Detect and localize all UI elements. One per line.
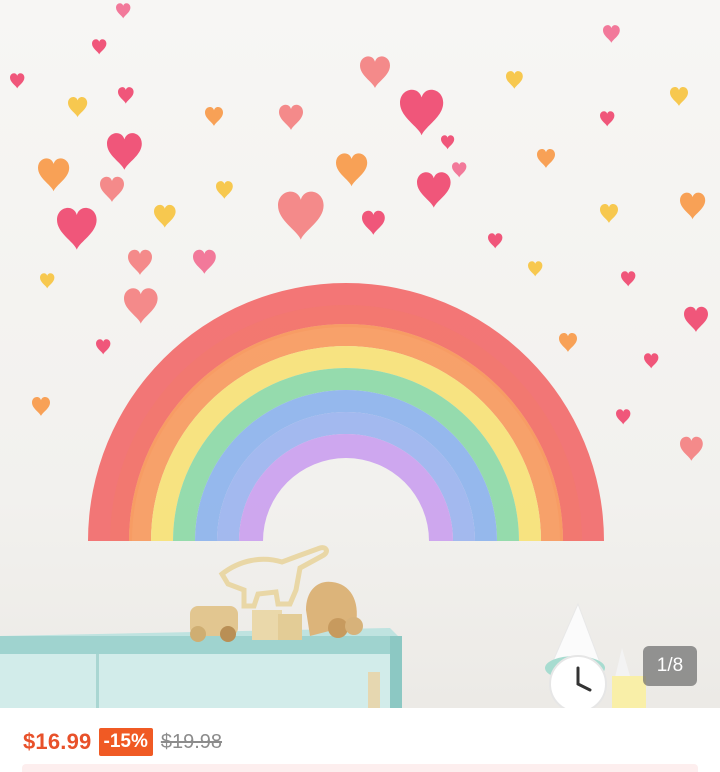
rainbow-decal: [88, 283, 604, 541]
price-row: $16.99 -15% $19.98: [23, 728, 222, 756]
discount-badge: -15%: [98, 728, 153, 756]
promo-strip: [22, 764, 698, 772]
product-photo: [0, 3, 708, 708]
price-bar: $16.99 -15% $19.98: [0, 708, 720, 772]
wooden-toys: [190, 545, 363, 642]
sale-price: $16.99: [23, 729, 92, 754]
image-page-indicator: 1/8: [643, 646, 697, 686]
product-image[interactable]: 1/8: [0, 0, 720, 708]
lamp-and-clock: [545, 602, 646, 708]
original-price: $19.98: [160, 730, 223, 753]
